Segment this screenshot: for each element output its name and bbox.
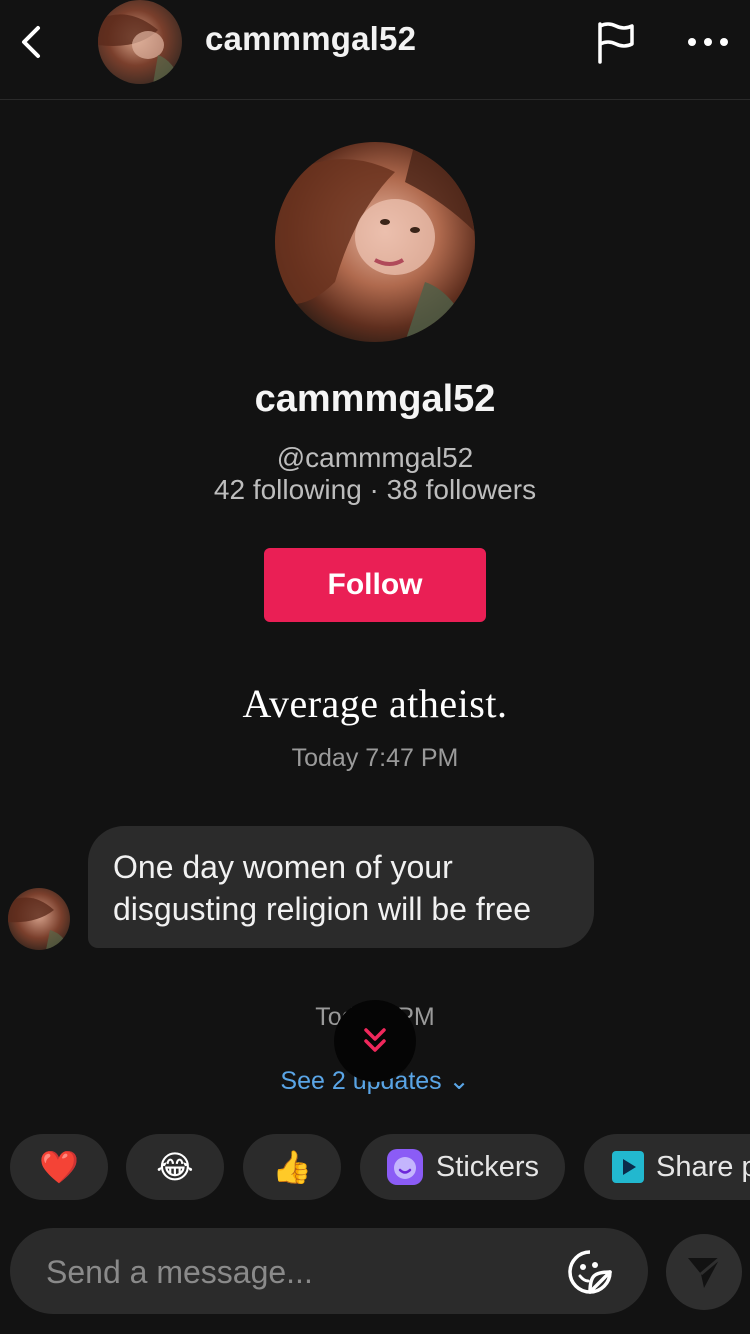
share-button[interactable]: Share p (584, 1134, 750, 1200)
quick-reaction-thumbs-up[interactable]: 👍 (243, 1134, 341, 1200)
header-avatar[interactable] (98, 0, 182, 84)
back-button[interactable] (14, 20, 50, 64)
caption-text: Average atheist. (242, 681, 508, 726)
message-composer (10, 1228, 648, 1316)
emoji-sticker-icon (568, 1250, 612, 1294)
chat-header: cammmgal52 (0, 0, 750, 100)
sender-avatar[interactable] (8, 888, 70, 950)
quick-reaction-laugh[interactable]: 😂 (126, 1134, 224, 1200)
profile-stats: 42 following · 38 followers (213, 474, 537, 505)
quick-reaction-heart[interactable]: ❤️ (10, 1134, 108, 1200)
message-text: One day women of your disgusting religio… (113, 849, 531, 927)
report-button[interactable] (592, 18, 640, 66)
flag-icon (598, 22, 634, 64)
more-options-button[interactable] (684, 22, 732, 62)
double-chevron-down-icon (364, 1028, 386, 1052)
stickers-button[interactable]: Stickers (360, 1134, 565, 1200)
more-dot (704, 38, 712, 46)
share-play-icon (612, 1151, 644, 1183)
scroll-to-bottom-button[interactable] (334, 1000, 416, 1082)
laugh-emoji: 😂 (156, 1149, 194, 1185)
profile-display-name: cammmgal52 (254, 378, 496, 420)
send-button[interactable] (666, 1234, 742, 1310)
send-icon (688, 1256, 721, 1288)
more-horizontal-icon (688, 38, 696, 46)
message-input[interactable] (44, 1228, 548, 1316)
follow-button[interactable]: Follow (264, 548, 486, 622)
thumbs-up-emoji: 👍 (272, 1149, 312, 1185)
more-dot (720, 38, 728, 46)
timestamp: Today 7:47 PM (291, 744, 459, 772)
profile-avatar[interactable] (275, 142, 475, 342)
header-username[interactable]: cammmgal52 (205, 20, 416, 58)
profile-handle: @cammmgal52 (276, 442, 474, 473)
heart-emoji: ❤️ (39, 1149, 79, 1185)
sticker-icon (386, 1149, 423, 1185)
share-label: Share p (656, 1150, 750, 1183)
emoji-button[interactable] (566, 1248, 614, 1296)
stickers-label: Stickers (435, 1150, 540, 1183)
chevron-left-icon (22, 26, 40, 58)
